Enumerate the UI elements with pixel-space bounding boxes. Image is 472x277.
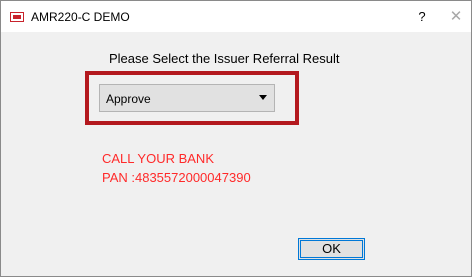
title-bar: AMR220-C DEMO ? ✕ [1, 1, 471, 32]
referral-result-select[interactable]: Approve [99, 84, 275, 112]
ok-button[interactable]: OK [298, 238, 365, 260]
pan-message: PAN :4835572000047390 [102, 170, 251, 185]
app-icon [10, 12, 24, 22]
close-icon[interactable]: ✕ [445, 6, 467, 28]
dropdown-arrow-icon[interactable] [259, 95, 267, 100]
dialog-window: AMR220-C DEMO ? ✕ Please Select the Issu… [0, 0, 472, 277]
prompt-label: Please Select the Issuer Referral Result [109, 51, 340, 66]
call-bank-message: CALL YOUR BANK [102, 151, 214, 166]
help-button[interactable]: ? [411, 6, 433, 28]
select-value: Approve [106, 92, 151, 106]
window-title: AMR220-C DEMO [31, 10, 130, 24]
